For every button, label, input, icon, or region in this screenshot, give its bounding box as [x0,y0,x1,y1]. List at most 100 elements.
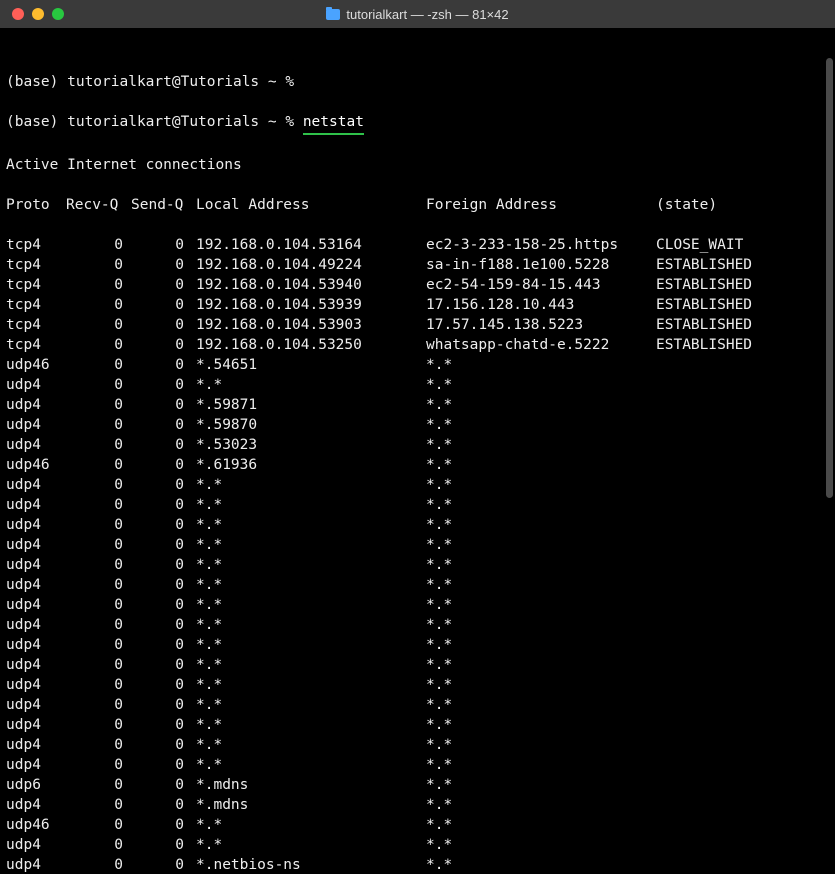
cell-proto: udp4 [6,835,66,855]
cell-sendq: 0 [131,415,196,435]
cell-recvq: 0 [66,675,131,695]
cell-local: *.61936 [196,455,426,475]
cell-foreign: *.* [426,755,656,775]
cell-recvq: 0 [66,235,131,255]
cell-proto: tcp4 [6,315,66,335]
minimize-icon[interactable] [32,8,44,20]
cell-recvq: 0 [66,555,131,575]
cell-state [656,655,829,675]
cell-sendq: 0 [131,695,196,715]
cell-foreign: *.* [426,655,656,675]
cell-recvq: 0 [66,415,131,435]
table-row: udp400*.**.* [6,495,829,515]
cell-foreign: 17.156.128.10.443 [426,295,656,315]
cell-sendq: 0 [131,715,196,735]
table-row: udp400*.**.* [6,755,829,775]
cell-sendq: 0 [131,255,196,275]
cell-local: *.54651 [196,355,426,375]
cell-proto: udp4 [6,495,66,515]
cell-state [656,415,829,435]
cell-local: *.* [196,535,426,555]
cell-state [656,435,829,455]
cell-state [656,615,829,635]
cell-recvq: 0 [66,375,131,395]
cell-sendq: 0 [131,275,196,295]
cell-foreign: *.* [426,635,656,655]
cell-recvq: 0 [66,315,131,335]
terminal-output[interactable]: (base) tutorialkart@Tutorials ~ % (base)… [0,28,835,874]
cell-state [656,735,829,755]
cell-foreign: *.* [426,475,656,495]
cell-sendq: 0 [131,595,196,615]
window-titlebar[interactable]: tutorialkart — -zsh — 81×42 [0,0,835,28]
cell-sendq: 0 [131,755,196,775]
cell-proto: tcp4 [6,255,66,275]
table-row: udp400*.**.* [6,675,829,695]
cell-state [656,815,829,835]
cell-foreign: whatsapp-chatd-e.5222 [426,335,656,355]
table-row: udp4600*.54651*.* [6,355,829,375]
cell-state: ESTABLISHED [656,275,829,295]
cell-sendq: 0 [131,475,196,495]
cell-recvq: 0 [66,355,131,375]
cell-local: *.* [196,695,426,715]
cell-sendq: 0 [131,315,196,335]
cell-state [656,515,829,535]
prompt-line-command: (base) tutorialkart@Tutorials ~ % netsta… [6,112,829,135]
cell-state: ESTABLISHED [656,255,829,275]
cell-sendq: 0 [131,375,196,395]
cell-proto: udp4 [6,575,66,595]
cell-sendq: 0 [131,835,196,855]
cell-foreign: *.* [426,675,656,695]
table-row: udp4600*.**.* [6,815,829,835]
cell-foreign: *.* [426,715,656,735]
cell-proto: udp4 [6,435,66,455]
cell-state [656,775,829,795]
col-local: Local Address [196,195,426,215]
table-row: udp400*.59870*.* [6,415,829,435]
cell-sendq: 0 [131,455,196,475]
cell-sendq: 0 [131,435,196,455]
cell-local: *.* [196,755,426,775]
cell-sendq: 0 [131,395,196,415]
cell-recvq: 0 [66,535,131,555]
cell-foreign: *.* [426,695,656,715]
cell-state [656,595,829,615]
cell-local: 192.168.0.104.53164 [196,235,426,255]
cell-local: *.* [196,615,426,635]
cell-proto: udp4 [6,415,66,435]
cell-recvq: 0 [66,295,131,315]
table-row: udp400*.**.* [6,595,829,615]
cell-recvq: 0 [66,335,131,355]
cell-state [656,535,829,555]
zoom-icon[interactable] [52,8,64,20]
table-row: udp400*.**.* [6,835,829,855]
cell-foreign: *.* [426,775,656,795]
cell-recvq: 0 [66,395,131,415]
cell-proto: udp4 [6,535,66,555]
cell-recvq: 0 [66,755,131,775]
cell-proto: udp4 [6,375,66,395]
close-icon[interactable] [12,8,24,20]
table-row: tcp400192.168.0.104.53940ec2-54-159-84-1… [6,275,829,295]
cell-state [656,375,829,395]
cell-local: 192.168.0.104.53250 [196,335,426,355]
cell-foreign: *.* [426,595,656,615]
table-row: tcp400192.168.0.104.5390317.57.145.138.5… [6,315,829,335]
cell-local: *.* [196,555,426,575]
cell-state [656,715,829,735]
cell-state [656,755,829,775]
scrollbar[interactable] [826,58,833,498]
cell-foreign: *.* [426,795,656,815]
traffic-lights [0,8,64,20]
col-foreign: Foreign Address [426,195,656,215]
cell-sendq: 0 [131,235,196,255]
table-row: udp400*.**.* [6,735,829,755]
cell-recvq: 0 [66,615,131,635]
cell-local: *.mdns [196,775,426,795]
cell-foreign: *.* [426,615,656,635]
table-row: udp400*.**.* [6,655,829,675]
table-row: udp400*.**.* [6,695,829,715]
cell-local: 192.168.0.104.53903 [196,315,426,335]
cell-state: ESTABLISHED [656,335,829,355]
